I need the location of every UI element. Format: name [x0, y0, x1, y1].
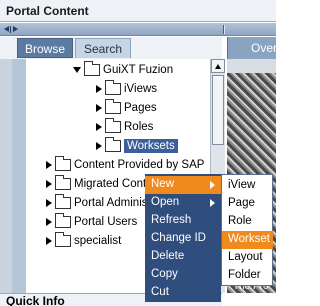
submenu-arrow-icon	[210, 199, 215, 207]
tree-item-label: specialist	[74, 235, 122, 247]
folder-icon	[55, 232, 71, 247]
panel-splitter[interactable]	[0, 23, 276, 36]
menu-item-label: Open	[151, 196, 180, 208]
tab-strip: Browse Search	[0, 37, 222, 59]
collapse-arrow-icon[interactable]	[96, 142, 102, 150]
folder-icon	[55, 175, 71, 190]
collapse-expand-icon[interactable]	[4, 26, 24, 33]
menu-item-new[interactable]: New	[145, 176, 221, 194]
collapse-arrow-icon[interactable]	[46, 161, 52, 169]
collapse-arrow-icon[interactable]	[46, 218, 52, 226]
context-menu: New Open Refresh Change ID Delete Copy C…	[145, 174, 221, 302]
tab-browse[interactable]: Browse	[17, 38, 73, 58]
submenu-item-layout[interactable]: Layout	[222, 249, 273, 267]
scroll-thumb[interactable]	[212, 75, 224, 145]
tree-item-label: Roles	[124, 121, 154, 133]
tree-item-label: Pages	[124, 102, 157, 114]
menu-item-delete[interactable]: Delete	[145, 248, 221, 266]
page-title: Portal Content	[6, 4, 89, 18]
splitter-grip-icon[interactable]	[223, 25, 225, 34]
scroll-up-icon[interactable]	[211, 59, 225, 73]
menu-item-label: Refresh	[151, 214, 192, 226]
tree-item-label: Content Provided by SAP	[74, 159, 205, 171]
folder-icon	[55, 194, 71, 209]
menu-item-label: Delete	[151, 250, 185, 262]
folder-icon	[105, 137, 121, 152]
folder-icon	[55, 156, 71, 171]
collapse-arrow-icon[interactable]	[46, 237, 52, 245]
tree-item-worksets[interactable]: Worksets	[96, 137, 178, 160]
collapse-arrow-icon[interactable]	[46, 199, 52, 207]
submenu-item-iview[interactable]: iView	[222, 177, 273, 195]
collapse-arrow-icon[interactable]	[96, 104, 102, 112]
new-submenu: iView Page Role Workset Layout Folder	[221, 174, 273, 286]
submenu-item-page[interactable]: Page	[222, 195, 273, 213]
portal-content-header: Portal Content	[0, 0, 276, 22]
tab-overview[interactable]: Overv	[227, 37, 276, 59]
submenu-arrow-icon	[210, 181, 215, 189]
tree-item-label: iViews	[124, 83, 158, 95]
folder-icon	[105, 99, 121, 114]
menu-item-open[interactable]: Open	[145, 194, 221, 212]
quick-info-label: Quick Info	[6, 294, 65, 306]
tree-item-specialist[interactable]: specialist	[46, 232, 122, 255]
folder-icon	[55, 213, 71, 228]
collapse-arrow-icon[interactable]	[46, 180, 52, 188]
collapse-arrow-icon[interactable]	[96, 85, 102, 93]
menu-item-cut[interactable]: Cut	[145, 284, 221, 302]
tab-search[interactable]: Search	[75, 38, 131, 58]
menu-item-label: Cut	[151, 286, 169, 298]
menu-item-label: Copy	[151, 268, 178, 280]
submenu-item-folder[interactable]: Folder	[222, 267, 273, 285]
overview-strip	[227, 59, 276, 73]
submenu-item-role[interactable]: Role	[222, 213, 273, 231]
folder-icon	[84, 61, 100, 76]
tree-item-label: Portal Users	[74, 216, 138, 228]
menu-item-refresh[interactable]: Refresh	[145, 212, 221, 230]
folder-icon	[105, 118, 121, 133]
submenu-item-workset[interactable]: Workset	[222, 231, 273, 249]
expand-arrow-icon[interactable]	[73, 67, 81, 73]
menu-item-label: New	[151, 178, 175, 190]
tree-item-label: GuiXT Fuzion	[103, 64, 174, 76]
folder-icon	[105, 80, 121, 95]
tree-item-guixt-fuzion[interactable]: GuiXT Fuzion	[73, 61, 174, 84]
menu-item-change-id[interactable]: Change ID	[145, 230, 221, 248]
menu-item-copy[interactable]: Copy	[145, 266, 221, 284]
menu-item-label: Change ID	[151, 232, 206, 244]
collapse-arrow-icon[interactable]	[96, 123, 102, 131]
tree-item-label-selected: Worksets	[124, 139, 178, 153]
